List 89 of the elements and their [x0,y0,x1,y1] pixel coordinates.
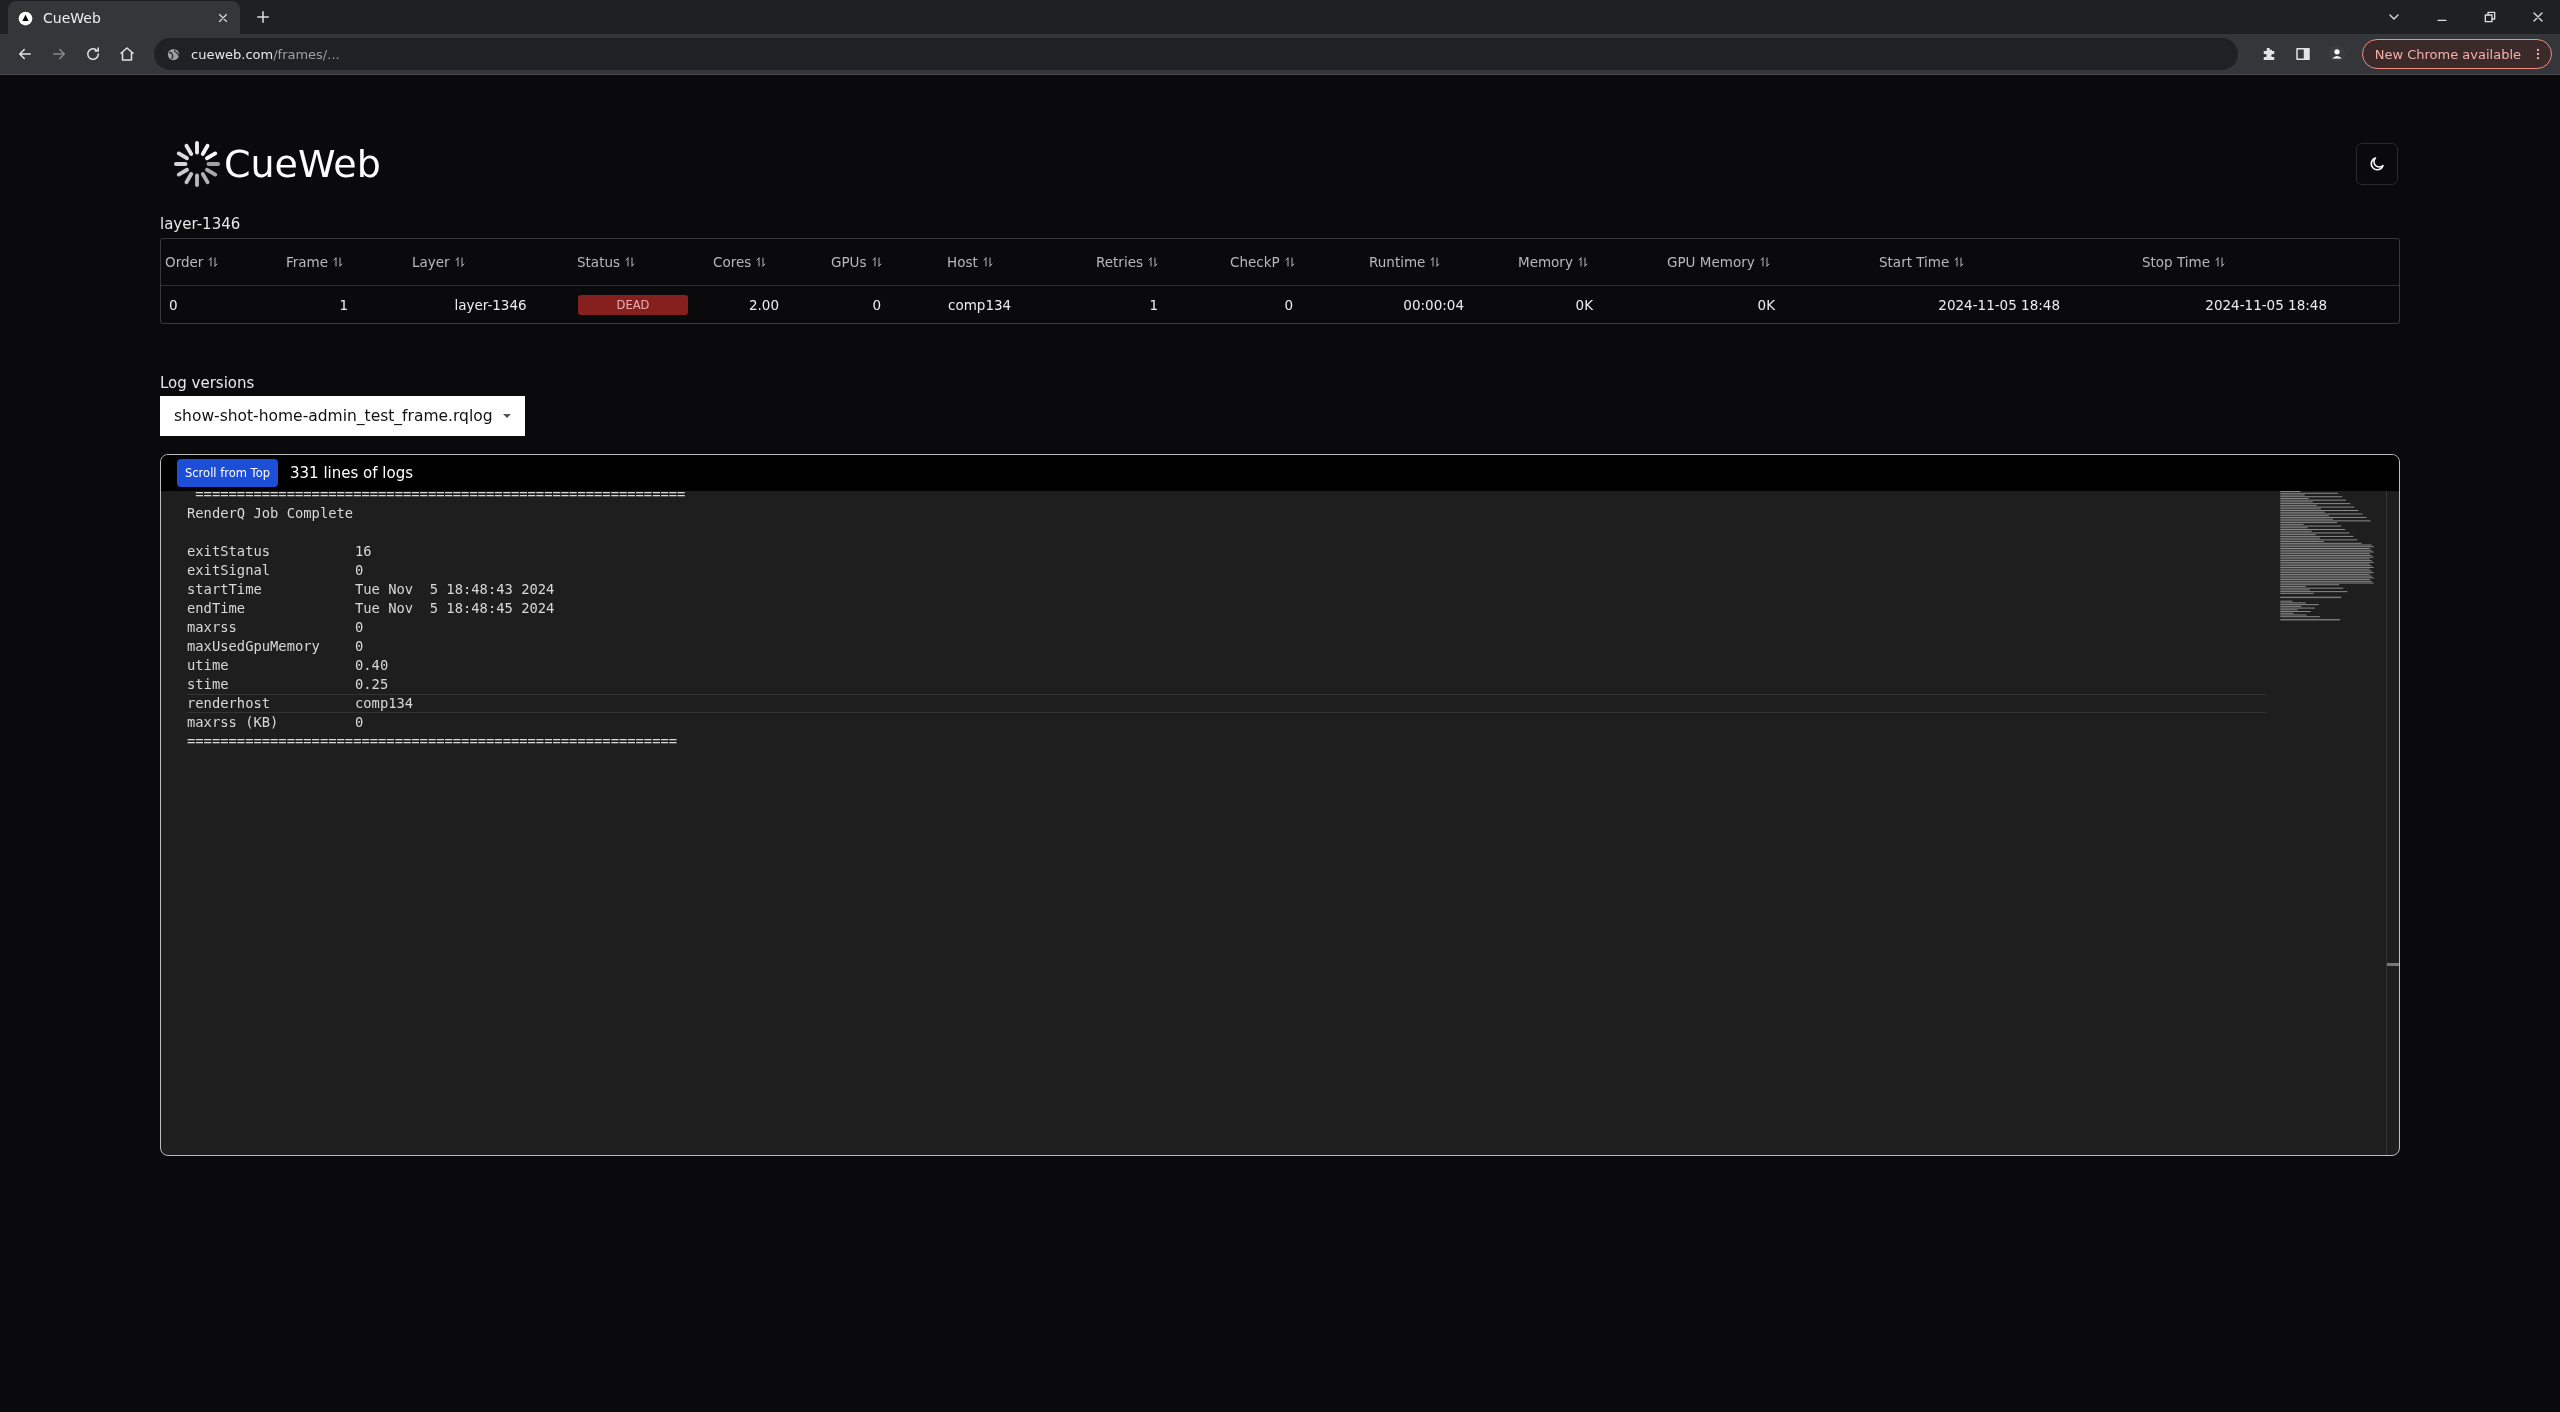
column-header[interactable]: Host [943,254,1092,270]
table-cell: 2024-11-05 18:48 [2205,296,2327,313]
tab-title: CueWeb [43,10,102,26]
log-key: utime [187,656,355,675]
column-header[interactable]: Stop Time [2138,254,2399,270]
sort-icon[interactable] [1953,256,1966,268]
sort-icon[interactable] [207,256,220,268]
log-value: 0 [355,713,364,732]
log-value: Tue Nov 5 18:48:43 2024 [355,580,555,599]
scrollbar-thumb[interactable] [2387,963,2399,966]
log-value: 0 [355,637,364,656]
home-icon[interactable] [118,45,136,63]
table-cell: 0 [1284,296,1293,313]
log-value: 16 [355,542,372,561]
table-cell: 0 [872,296,881,313]
table-cell: 2024-11-05 18:48 [1938,296,2060,313]
sort-icon[interactable] [870,256,883,268]
table-cell: layer-1346 [454,296,527,313]
url-text: cueweb.com/frames/... [191,46,340,62]
sort-icon[interactable] [1576,256,1589,268]
favicon-icon [18,10,33,26]
table-cell: 2.00 [748,296,779,313]
column-header[interactable]: Frame [282,254,408,270]
field-label: Log versions [160,374,256,392]
theme-toggle-button[interactable] [2356,143,2398,185]
log-line: =========================================================== [194,485,686,504]
table-cell: comp134 [948,296,1012,313]
profile-icon[interactable] [2327,45,2346,63]
line-count: 331 lines of logs [290,464,413,482]
log-value: comp134 [355,695,414,712]
column-header[interactable]: Layer [408,254,573,270]
column-header[interactable]: Order [161,254,282,270]
column-header[interactable]: CheckP [1226,254,1365,270]
log-key: exitSignal [187,561,355,580]
log-value: 0 [355,618,364,637]
log-key: maxUsedGpuMemory [187,637,355,656]
sort-icon[interactable] [1758,256,1771,268]
table-cell: 0K [1757,296,1775,313]
sort-icon[interactable] [332,256,345,268]
address-bar[interactable]: cueweb.com/frames/... [154,38,2238,70]
column-header[interactable]: Start Time [1875,254,2138,270]
status-badge: DEAD [578,294,688,315]
sort-icon[interactable] [1147,256,1159,268]
log-value: 0.25 [355,675,389,694]
moon-icon [2368,155,2386,173]
log-key: stime [187,675,355,694]
log-value: 0.40 [355,656,389,675]
log-line: =========================================================== [187,732,678,751]
column-header[interactable]: Status [573,254,709,270]
log-key: maxrss [187,618,355,637]
sort-icon[interactable] [1429,256,1442,268]
log-key: exitStatus [187,542,355,561]
browser-tab[interactable]: CueWeb [8,1,240,35]
reload-icon[interactable] [84,45,102,63]
table-title: layer-1346 [160,215,242,233]
new-tab-icon[interactable] [254,8,272,26]
close-icon[interactable] [216,11,230,25]
table-cell: 1 [1149,296,1158,313]
log-key: renderhost [187,695,355,712]
globe-icon [166,46,181,62]
log-line: RenderQ Job Complete [187,504,354,523]
log-value: Tue Nov 5 18:48:45 2024 [355,599,555,618]
sort-icon[interactable] [453,256,466,268]
logo-text: CueWeb [224,142,381,186]
column-header[interactable]: Runtime [1365,254,1514,270]
update-button[interactable]: New Chrome available [2361,39,2552,69]
table-cell: 0 [169,296,178,313]
sort-icon[interactable] [1283,256,1296,268]
column-header[interactable]: GPU Memory [1663,254,1875,270]
sort-icon[interactable] [2214,256,2227,268]
sort-icon[interactable] [624,256,637,268]
table-cell: 1 [339,296,348,313]
spinner-icon [174,141,220,187]
log-key: maxrss (KB) [187,713,355,732]
table-cell: 00:00:04 [1403,296,1464,313]
restore-icon[interactable] [2482,9,2498,25]
log-version-dropdown[interactable]: show-shot-home-admin_test_frame.rqlog [160,396,525,436]
log-key: startTime [187,580,355,599]
sort-icon[interactable] [755,256,768,268]
table-cell: 0K [1575,296,1593,313]
column-header[interactable]: Retries [1092,254,1226,270]
log-value: 0 [355,561,364,580]
column-header[interactable]: GPUs [827,254,943,270]
sort-icon[interactable] [981,256,994,268]
column-header[interactable]: Memory [1514,254,1663,270]
scroll-button[interactable]: Scroll from Top [177,459,278,487]
column-header[interactable]: Cores [709,254,827,270]
side-panel-icon[interactable] [2293,45,2312,63]
log-key: endTime [187,599,355,618]
